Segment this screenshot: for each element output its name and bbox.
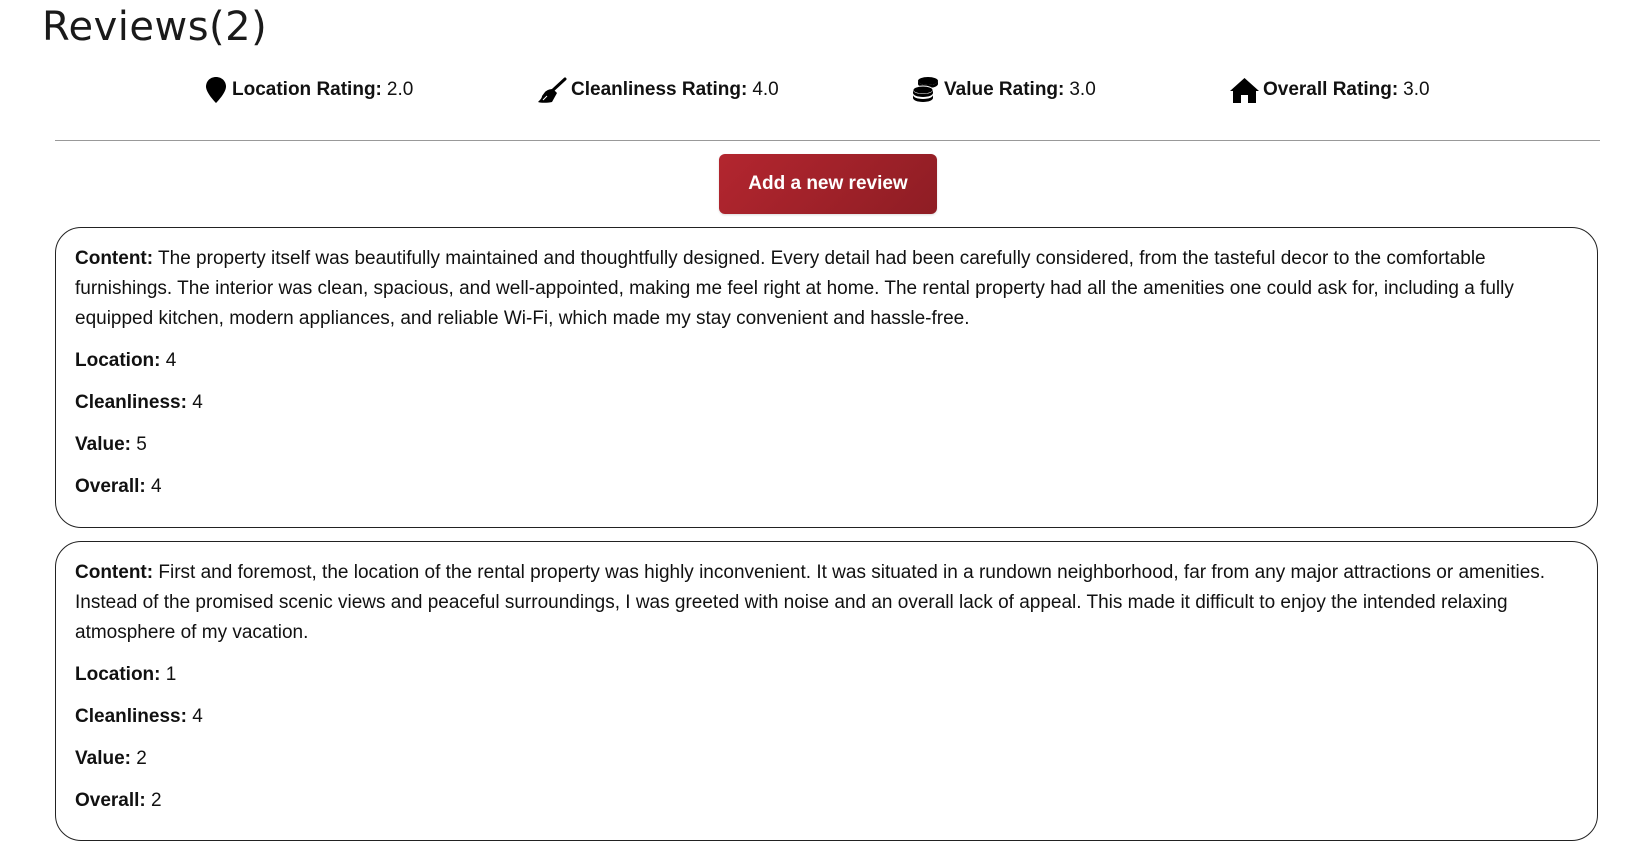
location-rating-label: Location Rating:: [232, 79, 382, 100]
review-location: Location: 1: [75, 660, 1579, 690]
review-value: Value: 5: [75, 430, 1579, 460]
content-text: First and foremost, the location of the …: [75, 562, 1546, 643]
reviews-section: Reviews(2) Location Rating: 2.0 Cleanlin…: [0, 0, 1635, 855]
coins-icon: [911, 76, 941, 104]
content-text: The property itself was beautifully main…: [75, 248, 1514, 329]
divider: [55, 140, 1600, 141]
value-value: 5: [136, 434, 147, 455]
cleanliness-rating: Cleanliness Rating: 4.0: [536, 76, 779, 104]
overall-rating-label: Overall Rating:: [1263, 79, 1399, 100]
review-card: Content: First and foremost, the locatio…: [55, 541, 1598, 841]
value-value: 2: [136, 748, 147, 769]
value-rating-value: 3.0: [1069, 79, 1096, 100]
overall-label: Overall:: [75, 476, 146, 497]
review-card: Content: The property itself was beautif…: [55, 227, 1598, 528]
overall-rating-value: 3.0: [1403, 79, 1430, 100]
review-cleanliness: Cleanliness: 4: [75, 702, 1579, 732]
rating-summary: Location Rating: 2.0 Cleanliness Rating:…: [0, 76, 1635, 108]
review-overall: Overall: 4: [75, 472, 1579, 502]
value-rating: Value Rating: 3.0: [911, 76, 1096, 104]
house-icon: [1229, 76, 1260, 104]
review-location: Location: 4: [75, 346, 1579, 376]
cleanliness-label: Cleanliness:: [75, 706, 187, 727]
overall-rating: Overall Rating: 3.0: [1229, 76, 1430, 104]
location-rating-value: 2.0: [386, 79, 414, 100]
cleanliness-label: Cleanliness:: [75, 392, 187, 413]
value-label: Value:: [75, 748, 131, 769]
review-value: Value: 2: [75, 744, 1579, 774]
value-label: Value:: [75, 434, 131, 455]
cleanliness-value: 4: [192, 392, 203, 413]
page-title: Reviews(2): [42, 4, 268, 50]
cleanliness-rating-label: Cleanliness Rating:: [571, 79, 748, 100]
cleanliness-value: 4: [192, 706, 203, 727]
review-cleanliness: Cleanliness: 4: [75, 388, 1579, 418]
broom-icon: [536, 76, 568, 104]
content-label: Content:: [75, 562, 154, 583]
value-rating-label: Value Rating:: [944, 79, 1065, 100]
review-content: Content: The property itself was beautif…: [75, 244, 1579, 334]
overall-label: Overall:: [75, 790, 146, 811]
location-label: Location:: [75, 664, 161, 685]
cleanliness-rating-value: 4.0: [752, 79, 779, 100]
location-value: 4: [165, 350, 177, 371]
overall-value: 4: [151, 476, 162, 497]
add-review-button[interactable]: Add a new review: [719, 154, 937, 214]
overall-value: 2: [151, 790, 162, 811]
location-rating: Location Rating: 2.0: [203, 76, 413, 104]
content-label: Content:: [75, 248, 154, 269]
location-label: Location:: [75, 350, 161, 371]
review-content: Content: First and foremost, the locatio…: [75, 558, 1579, 648]
review-overall: Overall: 2: [75, 786, 1579, 816]
location-value: 1: [165, 664, 177, 685]
map-pin-icon: [203, 76, 229, 104]
